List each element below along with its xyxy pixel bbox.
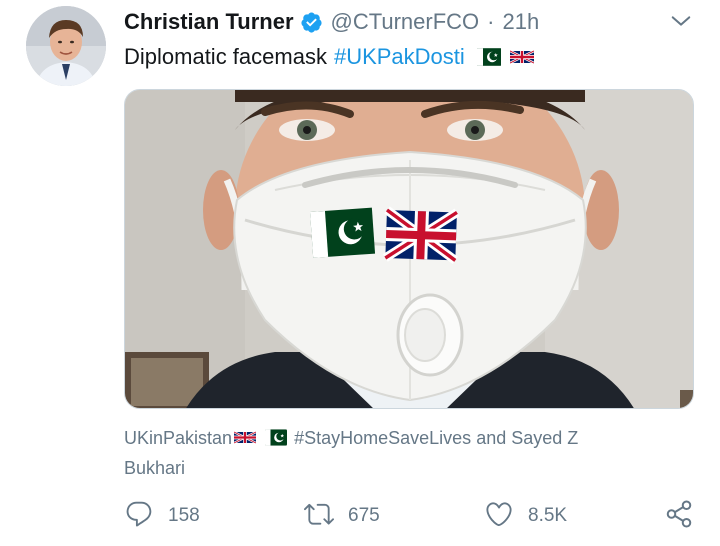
chevron-down-icon[interactable] — [670, 10, 692, 32]
retweet-count: 675 — [348, 505, 380, 526]
like-button[interactable]: 8.5K — [484, 498, 567, 534]
user-handle[interactable]: @CTurnerFCO — [331, 9, 480, 35]
tagged-tail[interactable]: and Sayed Z — [476, 428, 578, 448]
uk-flag-icon — [234, 429, 257, 446]
timestamp[interactable]: 21h — [502, 9, 539, 35]
share-icon — [664, 499, 694, 534]
separator-dot: · — [487, 9, 495, 34]
pakistan-flag-icon — [476, 47, 501, 67]
tweet-body: Diplomatic facemask — [124, 44, 327, 69]
reply-count: 158 — [168, 505, 200, 526]
tagged-users-line[interactable]: UKinPakistan #StayHomeSaveLives and Saye… — [124, 423, 684, 483]
reply-button[interactable]: 158 — [124, 498, 200, 534]
verified-badge-icon — [300, 11, 323, 34]
like-count: 8.5K — [528, 505, 568, 526]
tweet-header: Christian Turner @CTurnerFCO · 21h — [124, 8, 539, 36]
profile-avatar[interactable] — [26, 6, 106, 86]
tagged-account[interactable]: UKinPakistan — [124, 428, 232, 448]
share-button[interactable] — [664, 498, 694, 534]
tagged-hashtag[interactable]: #StayHomeSaveLives — [294, 428, 471, 448]
display-name[interactable]: Christian Turner — [124, 9, 294, 35]
heart-icon — [484, 499, 514, 534]
tweet-actions: 158 675 8.5K — [124, 498, 698, 534]
uk-flag-icon — [509, 47, 534, 67]
tweet-text: Diplomatic facemask #UKPakDosti — [124, 42, 534, 72]
reply-icon — [124, 499, 154, 534]
tweet-photo[interactable] — [124, 89, 694, 409]
hashtag-link[interactable]: #UKPakDosti — [334, 44, 465, 70]
retweet-icon — [304, 499, 334, 534]
pakistan-flag-icon — [265, 429, 288, 446]
retweet-button[interactable]: 675 — [304, 498, 380, 534]
tagged-tail-2[interactable]: Bukhari — [124, 458, 185, 478]
